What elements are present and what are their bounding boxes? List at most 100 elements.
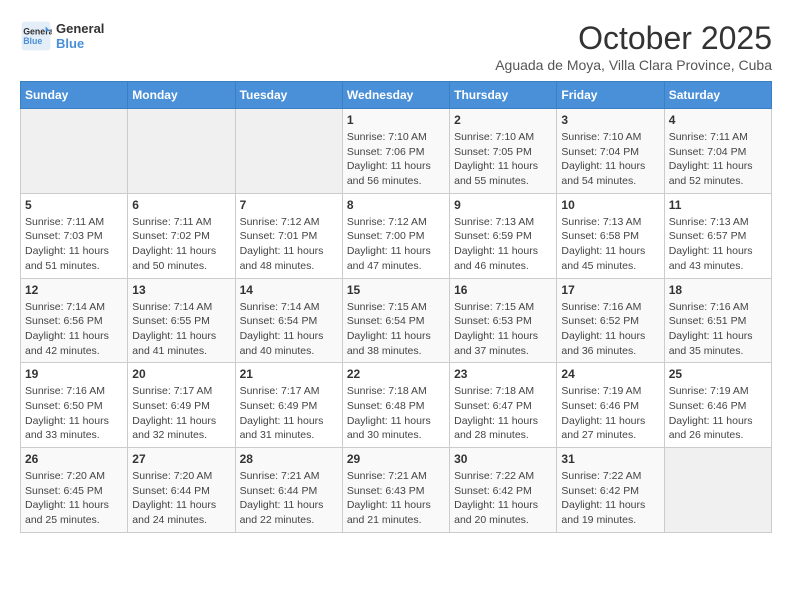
- day-number: 15: [347, 283, 445, 297]
- day-info: Sunrise: 7:11 AM Sunset: 7:02 PM Dayligh…: [132, 215, 230, 274]
- day-number: 21: [240, 367, 338, 381]
- day-info: Sunrise: 7:11 AM Sunset: 7:03 PM Dayligh…: [25, 215, 123, 274]
- day-info: Sunrise: 7:10 AM Sunset: 7:05 PM Dayligh…: [454, 130, 552, 189]
- week-row-3: 12Sunrise: 7:14 AM Sunset: 6:56 PM Dayli…: [21, 278, 772, 363]
- month-title: October 2025: [495, 20, 772, 57]
- day-info: Sunrise: 7:18 AM Sunset: 6:48 PM Dayligh…: [347, 384, 445, 443]
- day-number: 29: [347, 452, 445, 466]
- day-number: 3: [561, 113, 659, 127]
- day-number: 7: [240, 198, 338, 212]
- week-row-4: 19 Sunrise: 7:16 AM Sunset: 6:50 PM Dayli…: [21, 363, 772, 448]
- day-cell: 28 Sunrise: 7:21 AM Sunset: 6:44 PM Dayli…: [235, 448, 342, 533]
- day-cell: 6 Sunrise: 7:11 AM Sunset: 7:02 PM Daylig…: [128, 193, 235, 278]
- day-info: Sunrise: 7:14 AM Sunset: 6:55 PM Dayligh…: [132, 300, 230, 359]
- day-info: Sunrise: 7:19 AM Sunset: 6:46 PM Dayligh…: [669, 384, 767, 443]
- day-number: 1: [347, 113, 445, 127]
- day-info: Sunrise: 7:18 AM Sunset: 6:47 PM Dayligh…: [454, 384, 552, 443]
- logo-icon: General Blue: [20, 20, 52, 52]
- day-cell: 12Sunrise: 7:14 AM Sunset: 6:56 PM Dayli…: [21, 278, 128, 363]
- day-info: Sunrise: 7:17 AM Sunset: 6:49 PM Dayligh…: [132, 384, 230, 443]
- calendar-body: 1 Sunrise: 7:10 AM Sunset: 7:06 PM Daylig…: [21, 109, 772, 533]
- day-number: 5: [25, 198, 123, 212]
- day-info: Sunrise: 7:13 AM Sunset: 6:59 PM Dayligh…: [454, 215, 552, 274]
- day-info: Sunrise: 7:16 AM Sunset: 6:50 PM Dayligh…: [25, 384, 123, 443]
- day-number: 19: [25, 367, 123, 381]
- day-cell: 19 Sunrise: 7:16 AM Sunset: 6:50 PM Dayli…: [21, 363, 128, 448]
- day-info: Sunrise: 7:20 AM Sunset: 6:45 PM Dayligh…: [25, 469, 123, 528]
- day-number: 4: [669, 113, 767, 127]
- day-info: Sunrise: 7:11 AM Sunset: 7:04 PM Dayligh…: [669, 130, 767, 189]
- day-cell: [664, 448, 771, 533]
- day-cell: 15 Sunrise: 7:15 AM Sunset: 6:54 PM Dayli…: [342, 278, 449, 363]
- day-info: Sunrise: 7:21 AM Sunset: 6:43 PM Dayligh…: [347, 469, 445, 528]
- week-row-5: 26 Sunrise: 7:20 AM Sunset: 6:45 PM Dayli…: [21, 448, 772, 533]
- day-number: 17: [561, 283, 659, 297]
- day-cell: 26 Sunrise: 7:20 AM Sunset: 6:45 PM Dayli…: [21, 448, 128, 533]
- day-number: 6: [132, 198, 230, 212]
- weekday-friday: Friday: [557, 82, 664, 109]
- day-cell: 25 Sunrise: 7:19 AM Sunset: 6:46 PM Dayli…: [664, 363, 771, 448]
- day-cell: 10Sunrise: 7:13 AM Sunset: 6:58 PM Dayli…: [557, 193, 664, 278]
- day-cell: 16 Sunrise: 7:15 AM Sunset: 6:53 PM Dayli…: [450, 278, 557, 363]
- calendar-table: SundayMondayTuesdayWednesdayThursdayFrid…: [20, 81, 772, 533]
- day-cell: [21, 109, 128, 194]
- day-number: 14: [240, 283, 338, 297]
- day-number: 31: [561, 452, 659, 466]
- day-info: Sunrise: 7:13 AM Sunset: 6:57 PM Dayligh…: [669, 215, 767, 274]
- day-info: Sunrise: 7:17 AM Sunset: 6:49 PM Dayligh…: [240, 384, 338, 443]
- day-info: Sunrise: 7:12 AM Sunset: 7:01 PM Dayligh…: [240, 215, 338, 274]
- day-number: 18: [669, 283, 767, 297]
- day-number: 26: [25, 452, 123, 466]
- day-number: 8: [347, 198, 445, 212]
- day-cell: 11 Sunrise: 7:13 AM Sunset: 6:57 PM Dayli…: [664, 193, 771, 278]
- day-number: 30: [454, 452, 552, 466]
- day-cell: 7 Sunrise: 7:12 AM Sunset: 7:01 PM Daylig…: [235, 193, 342, 278]
- day-info: Sunrise: 7:20 AM Sunset: 6:44 PM Dayligh…: [132, 469, 230, 528]
- day-number: 11: [669, 198, 767, 212]
- day-cell: 3Sunrise: 7:10 AM Sunset: 7:04 PM Daylig…: [557, 109, 664, 194]
- day-info: Sunrise: 7:21 AM Sunset: 6:44 PM Dayligh…: [240, 469, 338, 528]
- day-info: Sunrise: 7:15 AM Sunset: 6:54 PM Dayligh…: [347, 300, 445, 359]
- day-cell: 17 Sunrise: 7:16 AM Sunset: 6:52 PM Dayli…: [557, 278, 664, 363]
- day-cell: 14Sunrise: 7:14 AM Sunset: 6:54 PM Dayli…: [235, 278, 342, 363]
- logo-text-blue: Blue: [56, 36, 104, 51]
- day-number: 27: [132, 452, 230, 466]
- week-row-2: 5 Sunrise: 7:11 AM Sunset: 7:03 PM Daylig…: [21, 193, 772, 278]
- day-info: Sunrise: 7:19 AM Sunset: 6:46 PM Dayligh…: [561, 384, 659, 443]
- weekday-header-row: SundayMondayTuesdayWednesdayThursdayFrid…: [21, 82, 772, 109]
- day-number: 25: [669, 367, 767, 381]
- day-cell: 4 Sunrise: 7:11 AM Sunset: 7:04 PM Daylig…: [664, 109, 771, 194]
- day-cell: 31 Sunrise: 7:22 AM Sunset: 6:42 PM Dayli…: [557, 448, 664, 533]
- day-number: 20: [132, 367, 230, 381]
- day-info: Sunrise: 7:22 AM Sunset: 6:42 PM Dayligh…: [454, 469, 552, 528]
- day-info: Sunrise: 7:16 AM Sunset: 6:51 PM Dayligh…: [669, 300, 767, 359]
- day-number: 10: [561, 198, 659, 212]
- weekday-wednesday: Wednesday: [342, 82, 449, 109]
- weekday-saturday: Saturday: [664, 82, 771, 109]
- day-cell: 30 Sunrise: 7:22 AM Sunset: 6:42 PM Dayli…: [450, 448, 557, 533]
- calendar-header: SundayMondayTuesdayWednesdayThursdayFrid…: [21, 82, 772, 109]
- day-info: Sunrise: 7:22 AM Sunset: 6:42 PM Dayligh…: [561, 469, 659, 528]
- day-number: 12: [25, 283, 123, 297]
- weekday-sunday: Sunday: [21, 82, 128, 109]
- day-number: 24: [561, 367, 659, 381]
- day-cell: 24 Sunrise: 7:19 AM Sunset: 6:46 PM Dayli…: [557, 363, 664, 448]
- day-info: Sunrise: 7:10 AM Sunset: 7:06 PM Dayligh…: [347, 130, 445, 189]
- day-number: 2: [454, 113, 552, 127]
- day-number: 9: [454, 198, 552, 212]
- day-cell: 13Sunrise: 7:14 AM Sunset: 6:55 PM Dayli…: [128, 278, 235, 363]
- day-info: Sunrise: 7:15 AM Sunset: 6:53 PM Dayligh…: [454, 300, 552, 359]
- day-cell: 29 Sunrise: 7:21 AM Sunset: 6:43 PM Dayli…: [342, 448, 449, 533]
- day-cell: 23 Sunrise: 7:18 AM Sunset: 6:47 PM Dayli…: [450, 363, 557, 448]
- day-cell: 2 Sunrise: 7:10 AM Sunset: 7:05 PM Daylig…: [450, 109, 557, 194]
- day-cell: 22 Sunrise: 7:18 AM Sunset: 6:48 PM Dayli…: [342, 363, 449, 448]
- day-number: 28: [240, 452, 338, 466]
- day-info: Sunrise: 7:12 AM Sunset: 7:00 PM Dayligh…: [347, 215, 445, 274]
- day-number: 22: [347, 367, 445, 381]
- svg-text:General: General: [23, 26, 52, 36]
- day-cell: 1 Sunrise: 7:10 AM Sunset: 7:06 PM Daylig…: [342, 109, 449, 194]
- day-number: 16: [454, 283, 552, 297]
- day-info: Sunrise: 7:16 AM Sunset: 6:52 PM Dayligh…: [561, 300, 659, 359]
- day-number: 23: [454, 367, 552, 381]
- day-cell: 20 Sunrise: 7:17 AM Sunset: 6:49 PM Dayli…: [128, 363, 235, 448]
